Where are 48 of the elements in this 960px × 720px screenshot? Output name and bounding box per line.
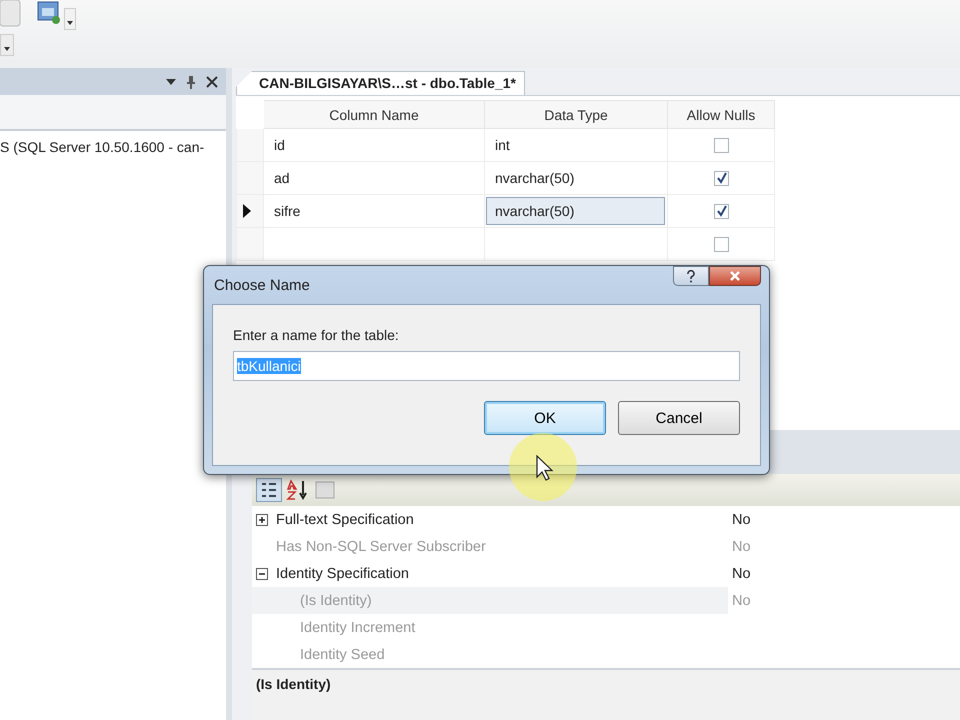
close-icon[interactable] (206, 76, 218, 88)
document-tab[interactable]: CAN-BILGISAYAR\S…st - dbo.Table_1* (236, 71, 525, 95)
dropdown-icon[interactable] (166, 78, 176, 84)
table-cell[interactable]: int (495, 137, 510, 153)
cell-editor[interactable]: nvarchar(50) (486, 197, 665, 225)
overflow-icon[interactable] (64, 8, 76, 30)
field-label: Enter a name for the table: (233, 327, 400, 343)
current-row-icon (242, 204, 252, 218)
column-header[interactable]: Data Type (484, 100, 668, 128)
checkbox[interactable] (714, 204, 728, 220)
row-selector[interactable] (236, 194, 264, 228)
checkbox[interactable] (714, 138, 728, 154)
help-icon (686, 270, 696, 282)
checkbox[interactable] (714, 237, 728, 252)
categorized-icon[interactable] (256, 478, 282, 502)
property-name: Full-text Specification (276, 512, 414, 528)
selected-text: tbKullanici (237, 358, 301, 374)
expand-icon[interactable] (256, 514, 268, 526)
property-value: No (731, 592, 751, 608)
property-name: Has Non-SQL Server Subscriber (276, 538, 486, 554)
close-button[interactable] (709, 266, 761, 286)
property-row[interactable]: Identity Specification (252, 560, 728, 587)
property-name: Identity Increment (300, 620, 416, 636)
dialog-title: Choose Name (213, 276, 310, 294)
property-value: No (731, 566, 751, 582)
checkbox[interactable] (714, 171, 728, 186)
collapse-icon[interactable] (256, 568, 268, 580)
property-name: Identity Seed (300, 646, 385, 662)
close-icon (729, 270, 741, 282)
column-header[interactable]: Allow Nulls (668, 100, 774, 128)
overflow-icon[interactable] (0, 34, 14, 56)
table-cell[interactable]: ad (274, 170, 290, 186)
mouse-cursor-icon (508, 432, 578, 502)
property-name: (Is Identity) (300, 592, 372, 608)
default-button[interactable]: OK (484, 401, 606, 435)
property-row[interactable]: Full-text Specification (252, 506, 728, 533)
property-name: Identity Specification (276, 566, 409, 582)
column-header[interactable]: Column Name (264, 100, 484, 128)
property-value: No (731, 512, 751, 528)
property-value: No (731, 538, 751, 554)
property-description: (Is Identity) (252, 668, 960, 720)
table-icon[interactable] (36, 0, 62, 26)
tree-item[interactable]: S (SQL Server 10.50.1600 - can- (0, 131, 204, 155)
dialog-button[interactable]: Cancel (618, 401, 740, 435)
help-button[interactable] (673, 266, 709, 286)
pin-icon[interactable] (186, 74, 196, 88)
table-cell[interactable]: id (274, 137, 285, 153)
table-cell[interactable]: sifre (274, 203, 300, 219)
